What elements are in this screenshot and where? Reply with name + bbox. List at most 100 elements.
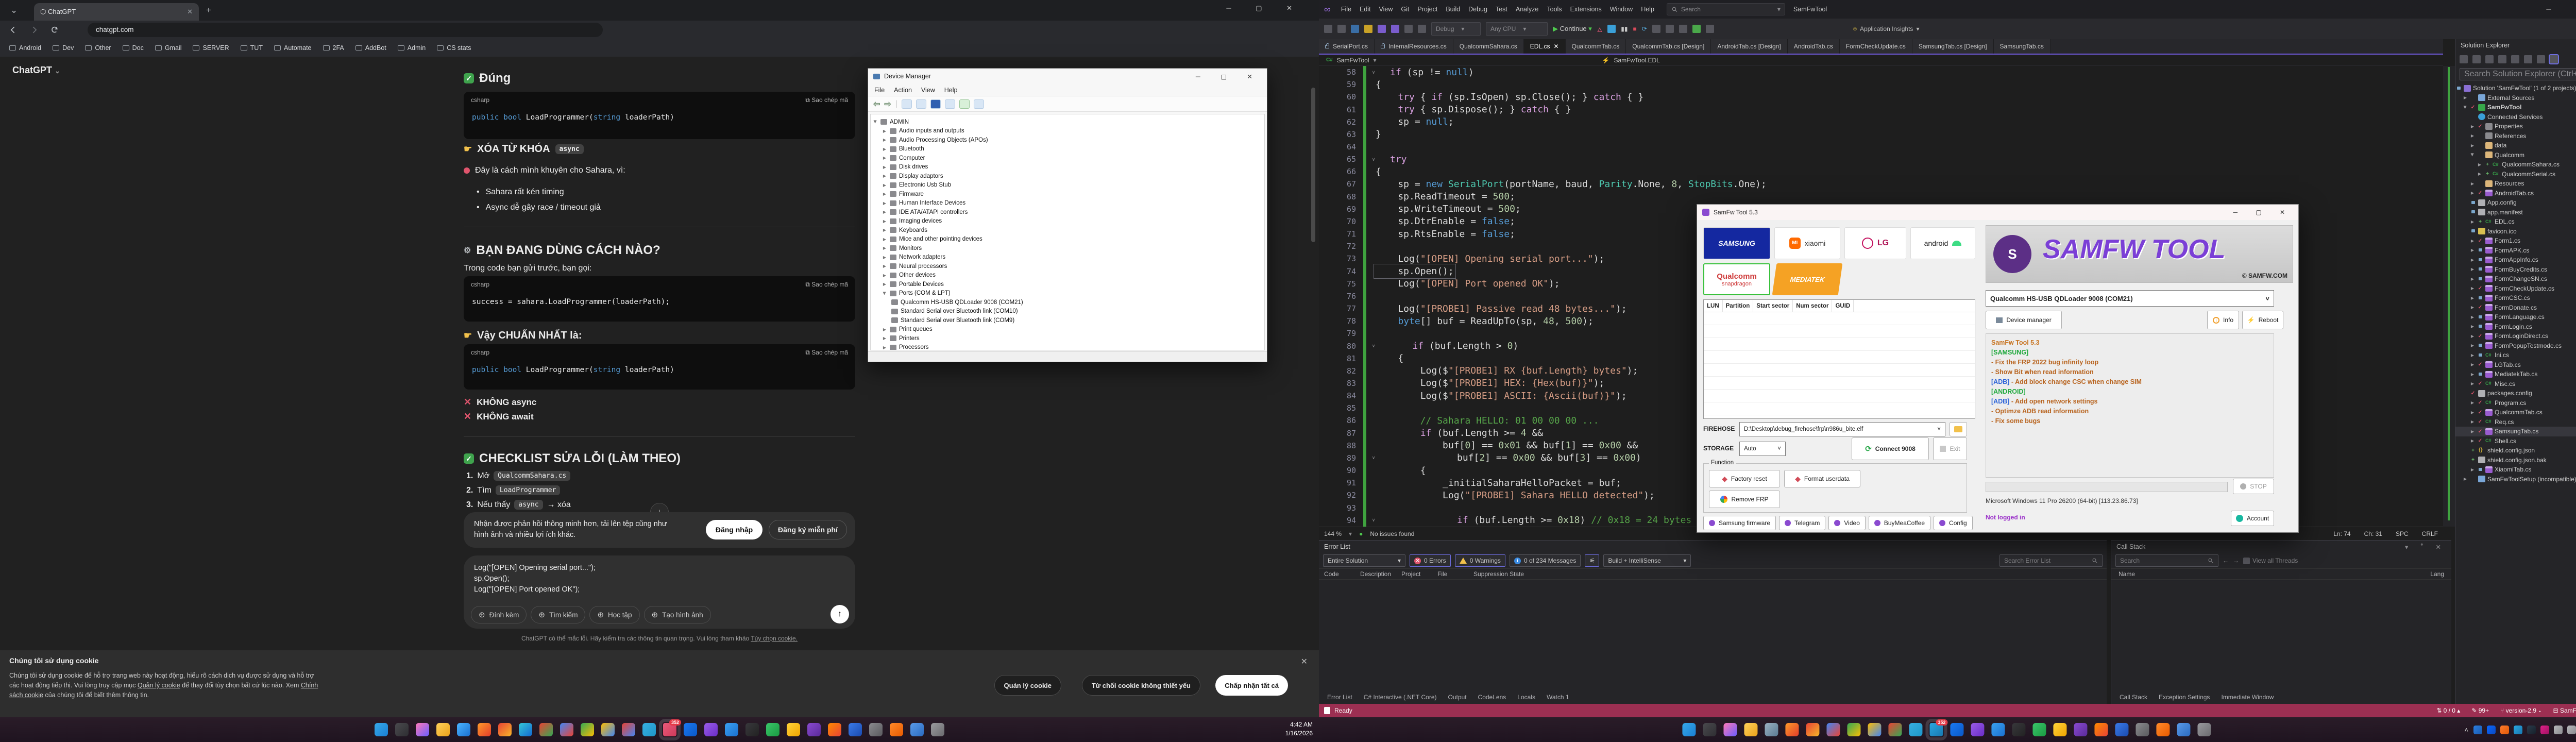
save-icon[interactable]	[1378, 25, 1386, 33]
expand-chevron-icon[interactable]: ▶	[882, 237, 887, 242]
signup-button[interactable]: Đăng ký miễn phí	[769, 520, 847, 539]
column-header[interactable]: Code	[1319, 570, 1355, 578]
expand-chevron-icon[interactable]: ▶	[2470, 124, 2475, 129]
device-tree-item[interactable]: ▶ Audio inputs and outputs	[873, 127, 1262, 136]
expand-chevron-icon[interactable]: ▶	[882, 201, 887, 206]
column-header[interactable]: Project	[1396, 570, 1432, 578]
expand-chevron-icon[interactable]: ▶	[882, 282, 887, 286]
expand-chevron-icon[interactable]: ▶	[882, 246, 887, 250]
home-icon[interactable]	[910, 723, 924, 736]
media-app-icon[interactable]	[457, 723, 470, 736]
reboot-button[interactable]: ⚡ Reboot	[2242, 311, 2283, 329]
tab-close-icon[interactable]: ✕	[1553, 43, 1558, 50]
save-all-icon[interactable]	[1391, 25, 1399, 33]
device-tree-item[interactable]: ▶ IDE ATA/ATAPI controllers	[873, 208, 1262, 217]
expand-chevron-icon[interactable]: ▶	[882, 183, 887, 188]
solution-explorer-item[interactable]: ▶ SamsungTab.cs	[2455, 427, 2576, 436]
solution-explorer-item[interactable]: shield.config.json	[2455, 446, 2576, 456]
stop-icon[interactable]: ■	[1633, 25, 1637, 32]
errors-filter-button[interactable]: ✕ 0 Errors	[1410, 554, 1451, 567]
chrome-profile-icon[interactable]	[1868, 723, 1882, 736]
expand-chevron-icon[interactable]: ▶	[883, 291, 887, 296]
device-tree-item[interactable]: ▶ Monitors	[873, 244, 1262, 253]
column-header[interactable]: Lang	[2423, 570, 2451, 578]
column-header[interactable]: Name	[2111, 570, 2142, 578]
device-tree-item[interactable]: ▶ Neural processors	[873, 262, 1262, 271]
continue-button[interactable]: ▶ Continue ▾	[1553, 25, 1592, 33]
start-icon[interactable]	[1682, 723, 1696, 736]
device-tree-item[interactable]: Standard Serial over Bluetooth link (COM…	[873, 307, 1262, 316]
bookmark-item[interactable]: Dev	[53, 44, 74, 52]
expand-chevron-icon[interactable]: ▶	[2470, 334, 2475, 339]
expand-chevron-icon[interactable]: ▶	[882, 219, 887, 224]
solution-explorer-item[interactable]: favicon.ico	[2455, 227, 2576, 237]
partition-table[interactable]: LUN Partition Start sector Num sector GUID	[1703, 299, 1975, 419]
code-line[interactable]: 61 try { sp.Dispose(); } catch { }	[1319, 103, 2443, 116]
expand-chevron-icon[interactable]: ▶	[882, 174, 887, 178]
vmware-icon[interactable]	[2136, 723, 2149, 736]
editor-tab[interactable]: EDL.cs ✕	[1523, 39, 1566, 54]
home-icon[interactable]	[2177, 723, 2191, 736]
vs-search-box[interactable]: Search ▾	[1666, 3, 1785, 15]
expand-chevron-icon[interactable]: ▶	[882, 165, 887, 170]
step-out-icon[interactable]	[1679, 25, 1687, 33]
panel-tab[interactable]: Error List	[1322, 690, 1358, 704]
chrome-profile-icon[interactable]	[601, 723, 615, 736]
expand-chevron-icon[interactable]: ▶	[2470, 353, 2475, 358]
device-tree-item[interactable]: ▶ Ports (COM & LPT)	[873, 289, 1262, 298]
menu-item[interactable]: Window	[1606, 6, 1637, 13]
solution-explorer-item[interactable]: ▶ References	[2455, 131, 2576, 141]
copy-code-button[interactable]: ⧉ Sao chép mã	[805, 281, 848, 289]
expand-chevron-icon[interactable]: ▶	[2463, 477, 2468, 481]
qualcomm-tab[interactable]: Qualcomm snapdragon	[1703, 263, 1770, 295]
footer-button[interactable]: Telegram	[1779, 516, 1826, 530]
vscode-icon[interactable]	[725, 723, 738, 736]
code-line[interactable]: 67 sp = new SerialPort(portName, baud, P…	[1319, 178, 2443, 191]
menu-item[interactable]: Help	[1637, 6, 1658, 13]
filter-icon[interactable]: ⚟	[1585, 554, 1600, 567]
code-line[interactable]: 62 sp = null;	[1319, 115, 2443, 128]
chrome-profile-icon[interactable]	[539, 723, 553, 736]
nav-forward-icon[interactable]: ⇨	[884, 99, 891, 109]
storage-combo[interactable]: Auto ˅	[1739, 442, 1786, 456]
start-icon[interactable]	[375, 723, 388, 736]
solution-explorer-item[interactable]: shield.config.json.bak	[2455, 456, 2576, 465]
solution-explorer-item[interactable]: ▶ FormPopupTestmode.cs	[2455, 341, 2576, 351]
window-controls[interactable]: ─ ▢ ✕	[1196, 73, 1262, 80]
back-icon[interactable]	[8, 25, 19, 35]
properties-icon[interactable]	[2524, 55, 2532, 63]
manage-cookies-button[interactable]: Quản lý cookie	[994, 675, 1061, 696]
mediatek-tab[interactable]: MEDIATEK	[1772, 263, 1843, 295]
menu-item[interactable]: File	[1337, 6, 1355, 13]
solution-explorer-item[interactable]: ▶ Shell.cs	[2455, 436, 2576, 446]
footer-button[interactable]: Config	[1934, 516, 1973, 530]
browser-tab[interactable]: ⬡ ChatGPT ✕	[34, 3, 199, 21]
cookie-close-icon[interactable]: ✕	[1301, 656, 1308, 667]
exit-button[interactable]: Exit	[1933, 437, 1967, 460]
editor-tab[interactable]: AndroidTab.cs	[1787, 39, 1840, 54]
expand-chevron-icon[interactable]: ▶	[2470, 296, 2475, 300]
solution-explorer-item[interactable]: app.manifest	[2455, 208, 2576, 217]
menu-item[interactable]: Edit	[1355, 6, 1375, 13]
expand-chevron-icon[interactable]: ▶	[2477, 172, 2482, 176]
chrome-profile-icon[interactable]	[1847, 723, 1861, 736]
step-into-icon[interactable]	[1665, 25, 1674, 33]
breadcrumb-member[interactable]: SamFwTool.EDL	[1614, 57, 1659, 64]
copy-code-button[interactable]: ⧉ Sao chép mã	[805, 96, 848, 104]
bookmark-item[interactable]: Other	[85, 44, 111, 52]
copy-code-button[interactable]: ⧉ Sao chép mã	[805, 349, 848, 357]
expand-chevron-icon[interactable]: ▶	[882, 264, 887, 268]
widgets-icon[interactable]	[395, 723, 409, 736]
solution-explorer-item[interactable]: packages.config	[2455, 389, 2576, 398]
solution-explorer-item[interactable]: Solution 'SamFwTool' (1 of 2 projects)	[2455, 83, 2576, 93]
notepadpp-icon[interactable]	[1971, 723, 1985, 736]
expand-chevron-icon[interactable]: ▶	[2470, 400, 2475, 405]
steam-icon[interactable]	[2527, 725, 2536, 734]
notepadpp-icon[interactable]	[704, 723, 718, 736]
panel-tab[interactable]: Immediate Window	[2216, 690, 2279, 704]
solution-explorer-item[interactable]: ▶ FormLanguage.cs	[2455, 312, 2576, 322]
fold-chevron-icon[interactable]: ∨	[1366, 157, 1381, 162]
nav-back-icon[interactable]: ⇦	[873, 99, 880, 109]
defender-icon[interactable]	[2473, 725, 2482, 734]
solution-explorer-item[interactable]: ▶ EDL.cs	[2455, 217, 2576, 227]
